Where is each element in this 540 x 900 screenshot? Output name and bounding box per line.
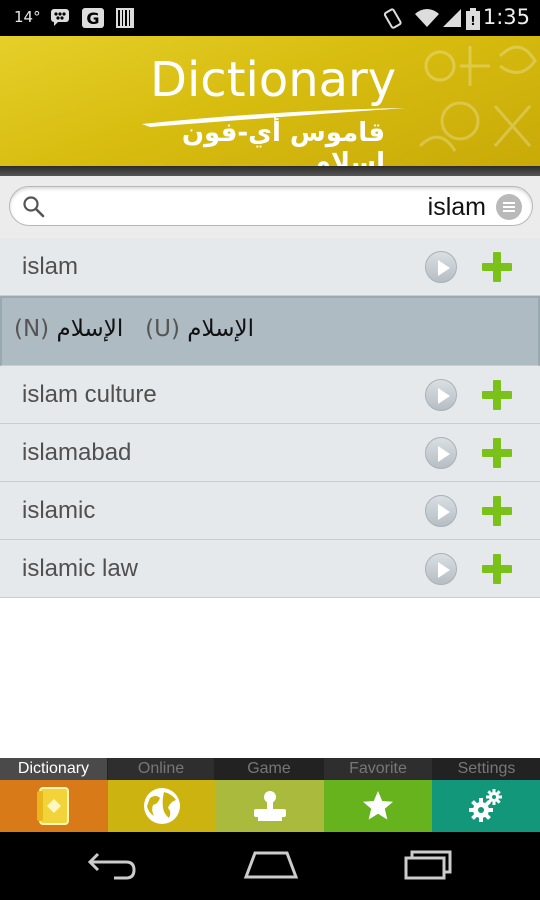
play-icon (438, 504, 450, 520)
pos-label: (N) (14, 316, 50, 342)
system-nav-bar (0, 832, 540, 900)
play-icon (438, 446, 450, 462)
add-favorite-button[interactable] (482, 380, 512, 410)
word-label: islamic law (22, 555, 139, 582)
battery-icon: ! (466, 8, 480, 30)
tab-game[interactable] (216, 780, 324, 832)
add-favorite-button[interactable] (482, 252, 512, 282)
tab-labels: Dictionary Online Game Favorite Settings (0, 758, 540, 780)
definition-text: (N) الإسلام (U) الإسلام (14, 316, 254, 342)
play-audio-button[interactable] (425, 251, 457, 283)
tab-bar (0, 780, 540, 832)
tab-dictionary[interactable] (0, 780, 108, 832)
play-audio-button[interactable] (425, 553, 457, 585)
play-icon (438, 388, 450, 404)
back-icon[interactable] (86, 850, 138, 880)
tab-settings[interactable] (432, 780, 540, 832)
list-item[interactable]: islamabad (0, 424, 540, 482)
add-favorite-button[interactable] (482, 496, 512, 526)
app-title: Dictionary (150, 52, 397, 108)
tab-label-game[interactable]: Game (215, 758, 323, 780)
word-label: islamic (22, 497, 96, 524)
search-bar (0, 176, 540, 238)
search-menu-button[interactable] (496, 194, 522, 220)
signal-icon (443, 9, 461, 27)
tab-online[interactable] (108, 780, 216, 832)
google-icon: G (82, 8, 104, 28)
definition-panel: (N) الإسلام (U) الإسلام (0, 296, 540, 366)
temperature-text: 14° (14, 8, 41, 26)
gears-icon (469, 789, 502, 822)
app-header: Dictionary قاموس أي-فون إسلام (0, 36, 540, 166)
decorative-letters (418, 45, 537, 152)
tab-label-online[interactable]: Online (108, 758, 214, 780)
word-label: islam culture (22, 381, 157, 408)
word-label: islam (22, 253, 79, 280)
book-icon (37, 787, 69, 825)
add-favorite-button[interactable] (482, 554, 512, 584)
search-input[interactable] (56, 191, 486, 223)
bbm-icon (51, 9, 69, 26)
svg-text:G: G (86, 9, 99, 28)
tab-label-dictionary[interactable]: Dictionary (0, 758, 107, 780)
arabic-translation: الإسلام (187, 316, 254, 342)
globe-icon (144, 788, 180, 824)
list-item[interactable]: islamic law (0, 540, 540, 598)
play-audio-button[interactable] (425, 495, 457, 527)
header-divider (0, 166, 540, 176)
star-icon (363, 791, 393, 820)
joystick-icon (254, 791, 286, 821)
pos-label: (U) (145, 316, 180, 342)
status-bar: 14° G ! 1:35 (0, 0, 540, 36)
rotate-icon (383, 8, 402, 29)
word-label: islamabad (22, 439, 132, 466)
home-icon[interactable] (243, 850, 299, 880)
svg-text:!: ! (470, 14, 475, 28)
app-window: 14° G ! 1:35 Dictionary قاموس أي-فون إسل… (0, 0, 540, 900)
play-audio-button[interactable] (425, 437, 457, 469)
wifi-icon (415, 9, 439, 27)
barcode-icon (116, 8, 134, 28)
list-item[interactable]: islamic (0, 482, 540, 540)
play-audio-button[interactable] (425, 379, 457, 411)
tab-label-favorite[interactable]: Favorite (324, 758, 432, 780)
recent-apps-icon[interactable] (402, 850, 454, 880)
clock-text: 1:35 (482, 5, 530, 29)
list-item[interactable]: islam (0, 238, 540, 296)
search-icon (23, 196, 45, 218)
search-box[interactable] (9, 186, 533, 226)
add-favorite-button[interactable] (482, 438, 512, 468)
list-item[interactable]: islam culture (0, 366, 540, 424)
tab-favorite[interactable] (324, 780, 432, 832)
results-list: islam (N) الإسلام (U) الإسلام islam cult… (0, 238, 540, 598)
play-icon (438, 562, 450, 578)
arabic-translation: الإسلام (56, 316, 124, 342)
tab-label-settings[interactable]: Settings (433, 758, 540, 780)
play-icon (438, 260, 450, 276)
app-subtitle: قاموس أي-فون إسلام (181, 118, 385, 166)
